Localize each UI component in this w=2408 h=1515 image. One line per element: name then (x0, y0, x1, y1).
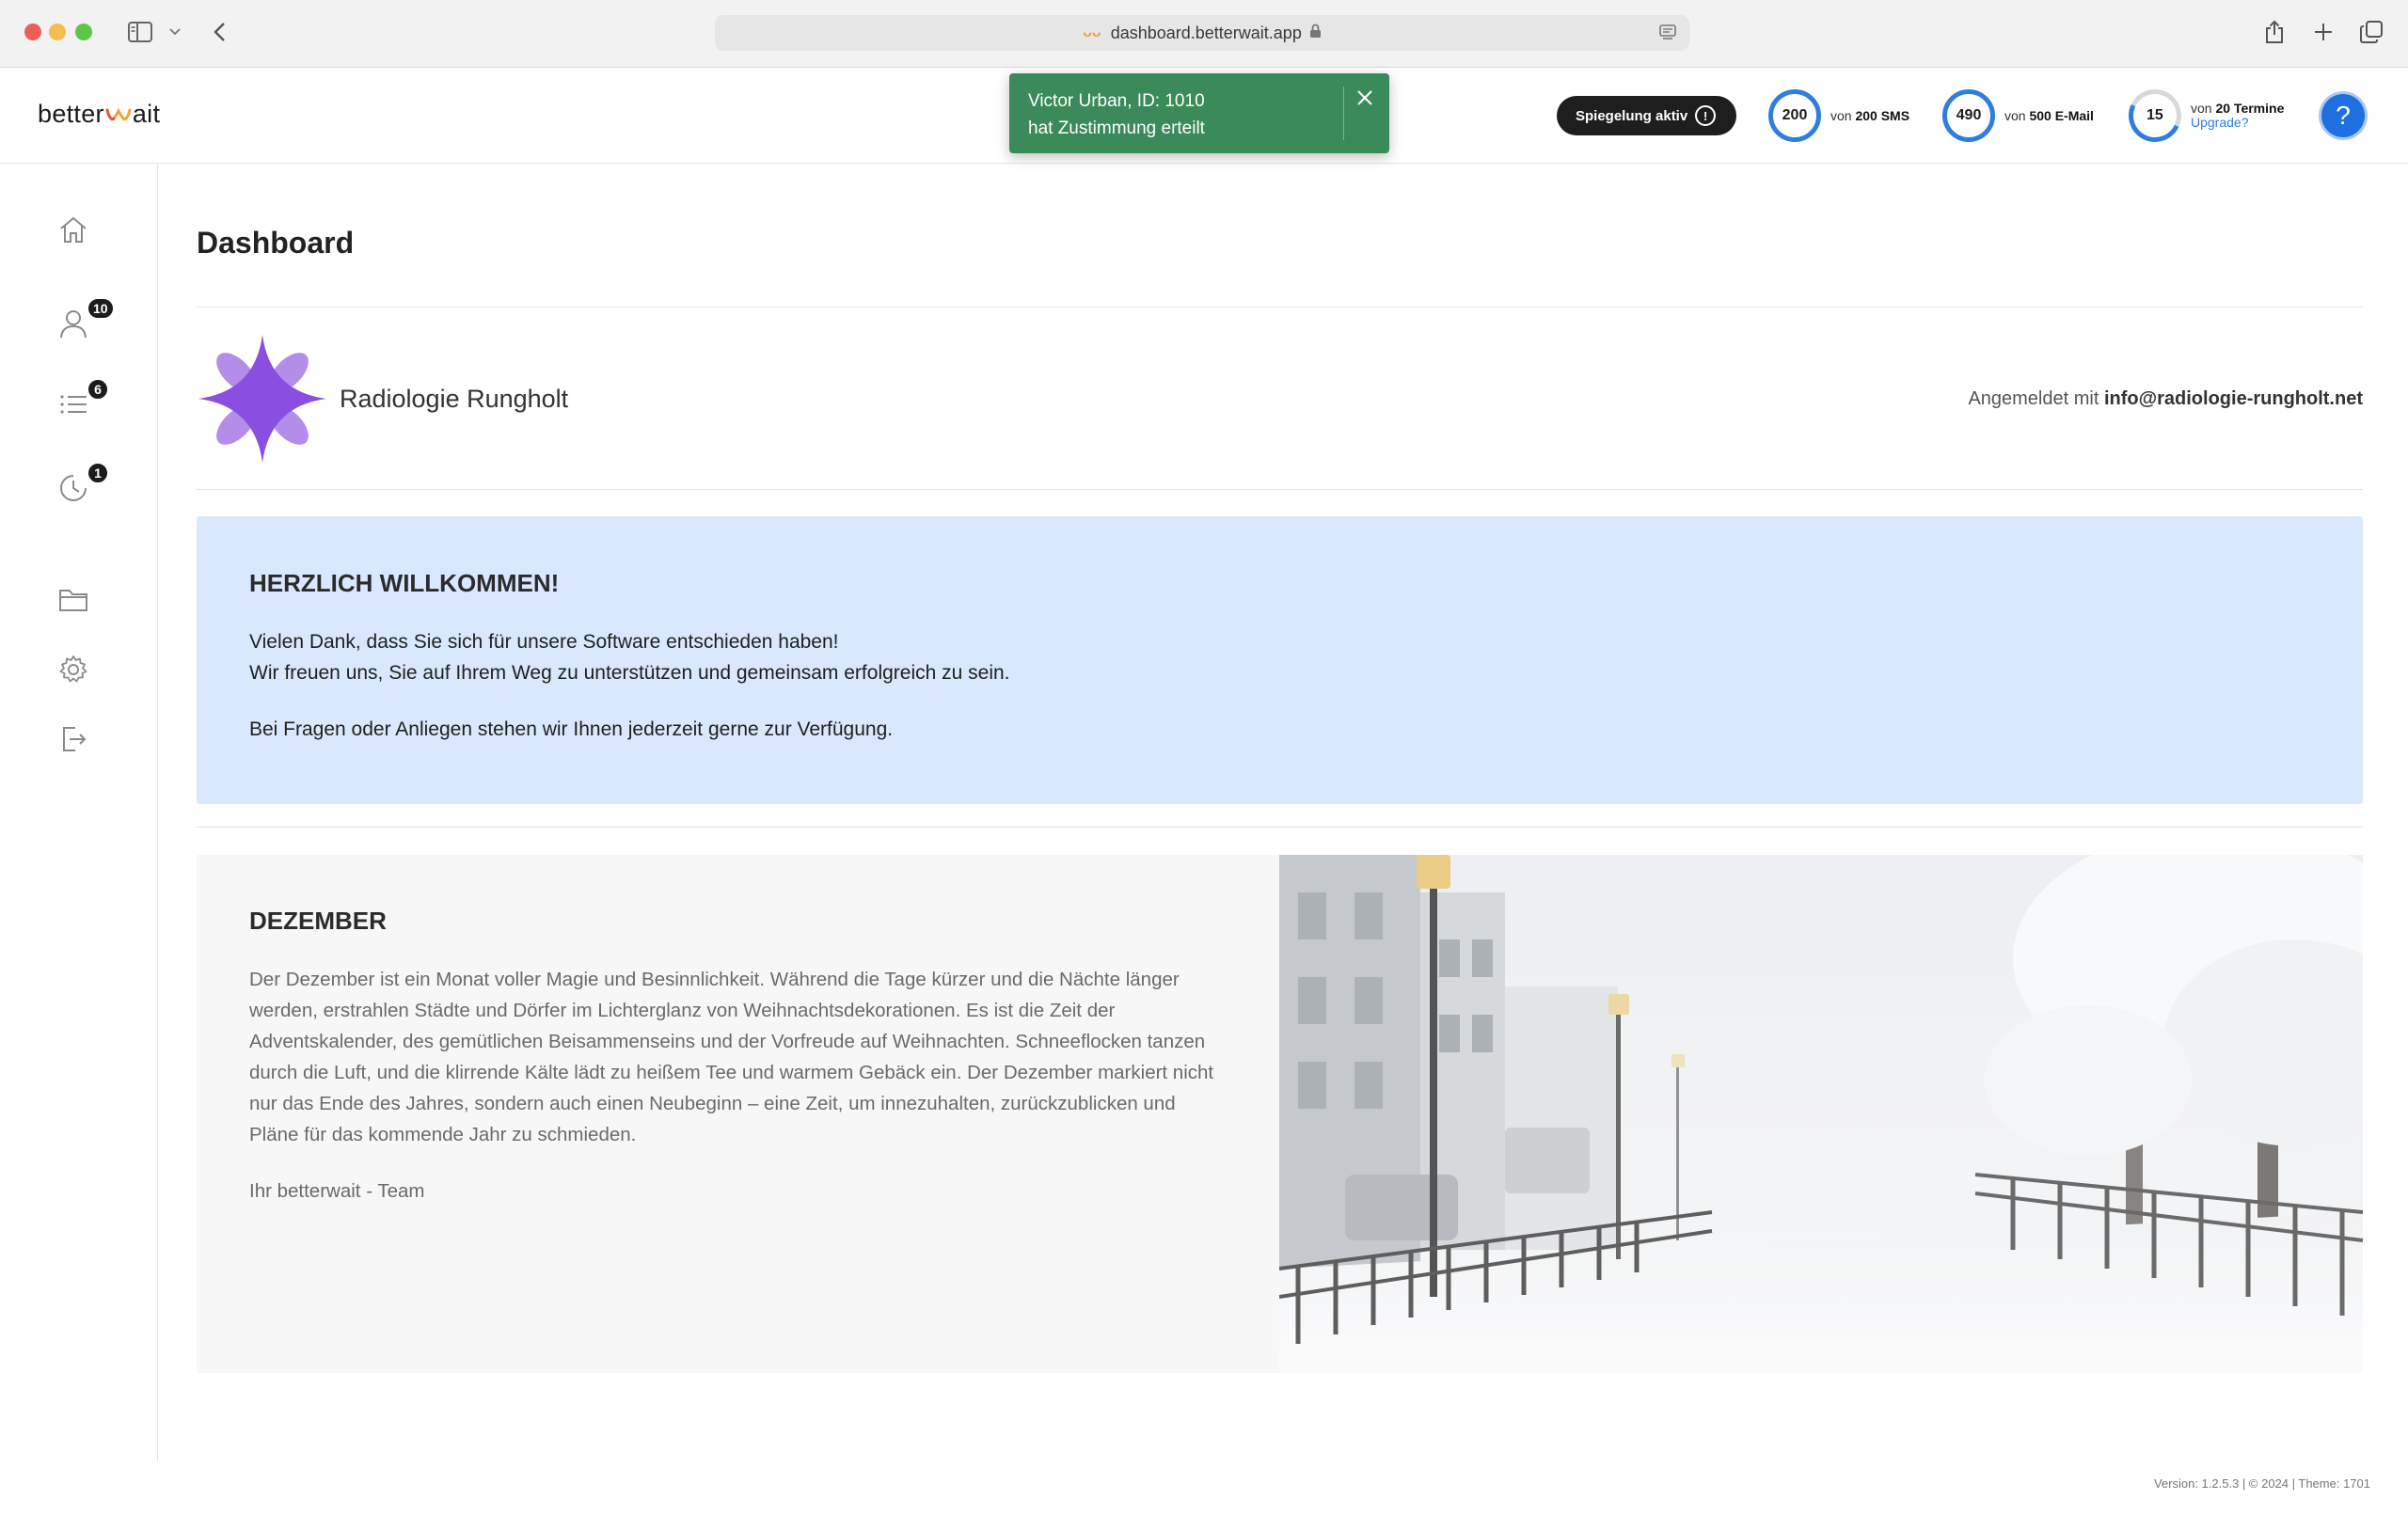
organization-row: Radiologie Rungholt Angemeldet mit info@… (197, 333, 2363, 474)
appointments-quota-label: von 20 Termine Upgrade? (2191, 101, 2285, 130)
window-close-button[interactable] (24, 24, 41, 40)
logo-text-left: better (38, 100, 104, 128)
divider (197, 489, 2363, 490)
user-icon (59, 308, 87, 343)
page-title: Dashboard (197, 226, 355, 260)
appointments-quota: 15 von 20 Termine Upgrade? (2121, 82, 2285, 150)
sms-quota: 200 von 200 SMS (1768, 88, 1909, 143)
sidebar-item-patients[interactable]: 10 (55, 297, 115, 344)
mirror-active-label: Spiegelung aktiv (1576, 107, 1688, 124)
toast-line-2: hat Zustimmung erteilt (1028, 118, 1205, 138)
tab-overview-icon[interactable] (2357, 17, 2385, 47)
welcome-card: HERZLICH WILLKOMMEN! Vielen Dank, dass S… (197, 516, 2363, 804)
welcome-line-1: Vielen Dank, dass Sie sich für unsere So… (249, 631, 839, 653)
url-text: dashboard.betterwait.app (1110, 23, 1302, 42)
organization-logo (197, 333, 328, 465)
site-favicon-icon: ᴗᴗ (1083, 24, 1101, 40)
welcome-line-2: Wir freuen uns, Sie auf Ihrem Weg zu unt… (249, 662, 1010, 684)
list-icon (59, 393, 87, 420)
chevron-down-icon[interactable] (166, 17, 184, 47)
sidebar-item-files[interactable] (55, 583, 92, 621)
logout-icon (59, 725, 87, 758)
sidebar-item-logout[interactable] (55, 722, 92, 760)
month-body: Der Dezember ist ein Monat voller Magie … (249, 969, 1214, 1145)
email-quota: 490 von 500 E-Mail (1942, 88, 2094, 143)
login-email: info@radiologie-rungholt.net (2103, 388, 2363, 409)
divider (197, 827, 2363, 828)
login-prefix: Angemeldet mit (1968, 388, 2099, 409)
share-icon[interactable] (2261, 17, 2288, 47)
sidebar-item-history[interactable]: 1 (55, 462, 109, 509)
toast-line-1: Victor Urban, ID: 1010 (1028, 91, 1205, 111)
help-question-icon: ? (2336, 101, 2351, 130)
email-quota-label: von 500 E-Mail (2004, 107, 2094, 123)
version-info: Version: 1.2.5.3 | © 2024 | Theme: 1701 (2153, 1476, 2370, 1491)
toast-divider (1343, 87, 1344, 140)
organization-name: Radiologie Rungholt (340, 385, 569, 413)
reader-mode-icon[interactable] (1659, 24, 1676, 46)
window-zoom-button[interactable] (75, 24, 92, 40)
window-minimize-button[interactable] (49, 24, 66, 40)
close-icon[interactable] (1355, 88, 1374, 112)
logo-text-right: ait (132, 100, 161, 128)
consent-toast: Victor Urban, ID: 1010 hat Zustimmung er… (1009, 73, 1389, 153)
appointments-quota-ring: 15 (2121, 82, 2189, 150)
warning-icon: ! (1695, 105, 1717, 126)
login-info: Angemeldet mit info@radiologie-rungholt.… (1968, 388, 2363, 410)
divider (197, 307, 2363, 308)
gear-icon (58, 655, 88, 689)
lock-icon (1309, 24, 1322, 43)
patients-badge: 10 (87, 297, 115, 320)
home-icon (58, 215, 88, 248)
welcome-line-3: Bei Fragen oder Anliegen stehen wir Ihne… (249, 718, 894, 740)
upgrade-link[interactable]: Upgrade? (2191, 116, 2284, 130)
sidebar-item-settings[interactable] (55, 653, 92, 690)
sms-quota-ring: 200 (1768, 89, 1821, 142)
clock-icon (58, 473, 88, 508)
email-quota-ring: 490 (1942, 89, 1995, 142)
back-icon[interactable] (209, 17, 230, 47)
winter-street-image (1279, 855, 2363, 1373)
sidebar-item-home[interactable] (55, 213, 92, 250)
history-badge: 1 (87, 462, 109, 484)
welcome-heading: HERZLICH WILLKOMMEN! (249, 569, 560, 597)
folder-icon (58, 588, 88, 617)
month-signature: Ihr betterwait - Team (249, 1180, 425, 1202)
logo-w-icon (105, 105, 132, 124)
sidebar-item-lists[interactable]: 6 (55, 378, 109, 425)
address-bar[interactable]: ᴗᴗ dashboard.betterwait.app (715, 15, 1689, 51)
month-text: DEZEMBER Der Dezember ist ein Monat voll… (249, 907, 1228, 1207)
mirror-active-button[interactable]: Spiegelung aktiv ! (1557, 96, 1737, 135)
browser-toolbar: ᴗᴗ dashboard.betterwait.app (0, 0, 2408, 68)
sidebar: 10 6 1 (0, 164, 158, 1461)
month-card: DEZEMBER Der Dezember ist ein Monat voll… (197, 855, 2363, 1373)
lists-badge: 6 (87, 378, 109, 401)
sms-quota-label: von 200 SMS (1830, 107, 1910, 123)
month-heading: DEZEMBER (249, 907, 387, 935)
betterwait-logo[interactable]: better ait (38, 100, 160, 129)
sidebar-toggle-icon[interactable] (126, 17, 154, 47)
help-button[interactable]: ? (2321, 94, 2365, 137)
new-tab-icon[interactable] (2310, 17, 2337, 47)
